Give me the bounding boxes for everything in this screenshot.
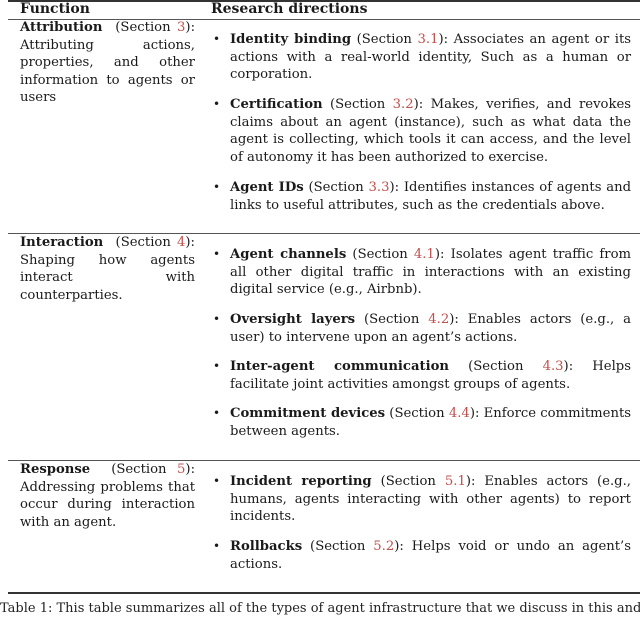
table-caption: Table 1: This table summarizes all of th… [0, 601, 640, 616]
research-item: • Incident reporting (Section 5.1): Enab… [213, 473, 631, 526]
function-cell-attribution: Attribution (Section 3): Attributing act… [20, 19, 195, 107]
research-item: • Agent IDs (Section 3.3): Identifies in… [213, 179, 631, 214]
item-name: Incident reporting [230, 474, 372, 489]
item-prefix: (Section [351, 32, 418, 47]
section-link[interactable]: 5.2 [373, 539, 394, 554]
section-prefix: (Section [115, 235, 178, 250]
function-cell-interaction: Interaction (Section 4): Shaping how age… [20, 234, 195, 304]
section-link[interactable]: 4.1 [414, 247, 435, 262]
item-suffix: ): [563, 359, 593, 374]
bullet-icon: • [213, 359, 221, 373]
function-name: Response [20, 462, 91, 477]
research-item: • Rollbacks (Section 5.2): Helps void or… [213, 538, 631, 573]
item-prefix: (Section [385, 406, 449, 421]
header-research-directions: Research directions [211, 1, 368, 17]
item-suffix: ): [413, 97, 431, 112]
item-name: Certification [230, 97, 323, 112]
section-link[interactable]: 3.3 [369, 180, 390, 195]
section-link[interactable]: 3.1 [418, 32, 439, 47]
item-suffix: ): [389, 180, 404, 195]
item-suffix: ): [438, 32, 454, 47]
item-prefix: (Section [346, 247, 414, 262]
bullet-icon: • [213, 180, 221, 194]
bullet-icon: • [213, 474, 221, 488]
research-item: • Inter-agent communication (Section 4.3… [213, 358, 631, 393]
research-item: • Oversight layers (Section 4.2): Enable… [213, 311, 631, 346]
section-link[interactable]: 3.2 [393, 97, 414, 112]
item-name: Rollbacks [230, 539, 303, 554]
item-name: Commitment devices [230, 406, 386, 421]
section-link[interactable]: 4.3 [543, 359, 564, 374]
bottom-rule [8, 592, 640, 594]
item-name: Agent channels [230, 247, 347, 262]
item-suffix: ): [394, 539, 412, 554]
section-prefix: (Section [115, 20, 178, 35]
item-suffix: ): [469, 406, 484, 421]
bullet-icon: • [213, 539, 221, 553]
item-name: Agent IDs [230, 180, 304, 195]
research-item: • Certification (Section 3.2): Makes, ve… [213, 96, 631, 166]
bullet-icon: • [213, 312, 221, 326]
section-suffix: ): [185, 462, 196, 477]
item-suffix: ): [434, 247, 451, 262]
item-suffix: ): [465, 474, 485, 489]
item-prefix: (Section [322, 97, 393, 112]
bullet-icon: • [213, 247, 221, 261]
header-function: Function [20, 1, 90, 17]
bullet-icon: • [213, 97, 221, 111]
section-suffix: ): [185, 235, 195, 250]
paper-table-page: Function Research directions Attribution… [0, 0, 640, 616]
function-description: Addressing problems that occur during in… [20, 479, 195, 530]
function-description: Attributing actions, properties, and oth… [20, 37, 195, 106]
section-link[interactable]: 4.2 [428, 312, 449, 327]
item-prefix: (Section [302, 539, 374, 554]
section-suffix: ): [185, 20, 196, 35]
item-name: Inter-agent communication [230, 359, 449, 374]
function-description: Shaping how agents interact with counter… [20, 252, 195, 303]
function-name: Interaction [20, 235, 104, 250]
item-name: Oversight layers [230, 312, 356, 327]
item-prefix: (Section [449, 359, 543, 374]
research-item: • Commitment devices (Section 4.4): Enfo… [213, 405, 631, 440]
item-prefix: (Section [371, 474, 445, 489]
item-suffix: ): [449, 312, 468, 327]
function-name: Attribution [20, 20, 103, 35]
section-prefix: (Section [111, 462, 178, 477]
item-name: Identity binding [230, 32, 352, 47]
function-cell-response: Response (Section 5): Addressing problem… [20, 461, 195, 531]
bullet-icon: • [213, 32, 221, 46]
item-prefix: (Section [355, 312, 429, 327]
research-item: • Identity binding (Section 3.1): Associ… [213, 31, 631, 84]
research-item: • Agent channels (Section 4.1): Isolates… [213, 246, 631, 299]
bullet-icon: • [213, 406, 221, 420]
section-link[interactable]: 4.4 [449, 406, 470, 421]
item-prefix: (Section [303, 180, 369, 195]
section-link[interactable]: 5.1 [445, 474, 466, 489]
